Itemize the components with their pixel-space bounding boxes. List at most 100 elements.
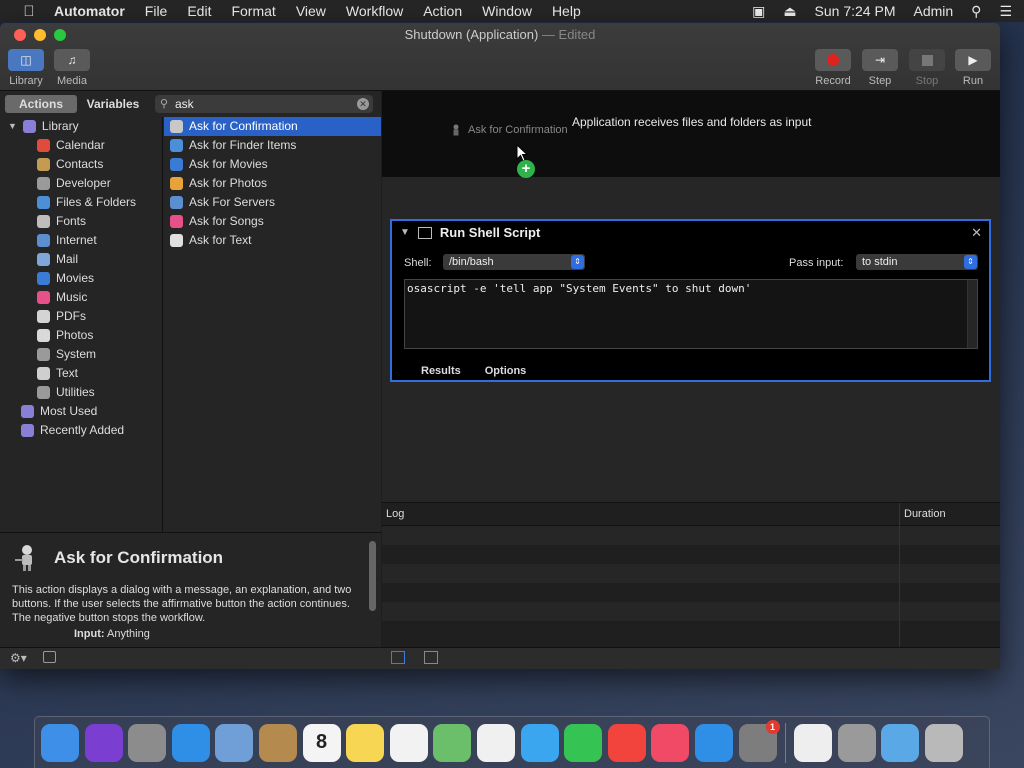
contacts-icon[interactable] [258, 723, 297, 762]
category-utilities[interactable]: Utilities [0, 383, 162, 402]
messages-icon[interactable] [520, 723, 559, 762]
action-ask-for-songs[interactable]: Ask for Songs [164, 212, 381, 231]
action-ask-for-confirmation[interactable]: Ask for Confirmation [164, 117, 381, 136]
category-recently-added[interactable]: Recently Added [0, 421, 162, 440]
notes-icon[interactable] [346, 723, 385, 762]
duration-column-header[interactable]: Duration [904, 503, 946, 526]
siri-icon[interactable] [84, 723, 123, 762]
disclosure-triangle-icon[interactable]: ▼ [8, 117, 17, 136]
category-contacts[interactable]: Contacts [0, 155, 162, 174]
script-scrollbar[interactable] [967, 280, 977, 348]
options-tab[interactable]: Options [485, 365, 527, 377]
action-ask-for-text[interactable]: Ask for Text [164, 231, 381, 250]
tab-variables[interactable]: Variables [77, 95, 149, 113]
action-ask-for-photos[interactable]: Ask for Photos [164, 174, 381, 193]
category-mail[interactable]: Mail [0, 250, 162, 269]
menu-app-automator[interactable]: Automator [54, 3, 125, 19]
category-system[interactable]: System [0, 345, 162, 364]
gear-icon[interactable]: ⚙▾ [10, 651, 27, 665]
log-column-header[interactable]: Log [386, 503, 404, 526]
eject-icon[interactable]: ⏏ [783, 3, 796, 20]
description-input-line: Input: Anything [74, 628, 150, 640]
calendar-icon[interactable]: 8 [302, 723, 341, 762]
shell-popup[interactable]: /bin/bash ⇕ [443, 254, 585, 270]
menu-clock[interactable]: Sun 7:24 PM [815, 3, 896, 19]
spotlight-search-icon[interactable]: ⚲ [971, 3, 981, 20]
run-button[interactable]: ▶ Run [955, 49, 991, 87]
photos-icon[interactable] [476, 723, 515, 762]
action-ask-for-finder-items[interactable]: Ask for Finder Items [164, 136, 381, 155]
display-mirroring-icon[interactable]: ▣ [752, 3, 765, 20]
category-library[interactable]: ▼ Library [0, 117, 162, 136]
category-files-folders[interactable]: Files & Folders [0, 193, 162, 212]
reminders-icon[interactable] [389, 723, 428, 762]
category-label: System [56, 347, 97, 361]
news-icon[interactable] [607, 723, 646, 762]
menu-action[interactable]: Action [423, 3, 462, 19]
action-footer-tabs: Results Options [421, 365, 550, 377]
record-button[interactable]: Record [815, 49, 851, 87]
action-ask-for-servers[interactable]: Ask For Servers [164, 193, 381, 212]
category-label: Photos [56, 328, 94, 342]
mail-stamp-icon[interactable] [215, 723, 254, 762]
menu-file[interactable]: File [145, 3, 168, 19]
app-store-icon[interactable] [694, 723, 733, 762]
category-developer[interactable]: Developer [0, 174, 162, 193]
description-scrollbar[interactable] [369, 541, 376, 611]
script-editor[interactable]: osascript -e 'tell app "System Events" t… [404, 279, 978, 349]
category-fonts[interactable]: Fonts [0, 212, 162, 231]
remove-action-icon[interactable]: ✕ [971, 225, 982, 241]
safari-icon[interactable] [171, 723, 210, 762]
menu-help[interactable]: Help [552, 3, 581, 19]
category-calendar[interactable]: Calendar [0, 136, 162, 155]
menu-edit[interactable]: Edit [187, 3, 211, 19]
stop-button[interactable]: Stop [909, 49, 945, 87]
list-view-icon[interactable] [391, 651, 405, 664]
facetime-icon[interactable] [564, 723, 603, 762]
library-toolbar-button[interactable]: ◫ Library [8, 49, 44, 87]
category-text[interactable]: Text [0, 364, 162, 383]
menu-format[interactable]: Format [231, 3, 275, 19]
automator-robot-icon [170, 120, 183, 133]
category-photos[interactable]: Photos [0, 326, 162, 345]
results-tab[interactable]: Results [421, 365, 461, 377]
clear-search-icon[interactable]: ✕ [357, 98, 369, 110]
library-segmented-control: Actions Variables [5, 95, 149, 113]
maps-icon[interactable] [433, 723, 472, 762]
show-description-icon[interactable] [43, 651, 56, 663]
system-preferences-icon[interactable]: 1 [738, 719, 780, 762]
run-shell-script-action[interactable]: ▼ Run Shell Script ✕ Shell: /bin/bash ⇕ … [390, 219, 991, 382]
menu-view[interactable]: View [296, 3, 326, 19]
downloads-folder-icon[interactable] [881, 723, 920, 762]
mail-icon [37, 253, 50, 266]
category-internet[interactable]: Internet [0, 231, 162, 250]
log-row [382, 564, 1000, 583]
menu-window[interactable]: Window [482, 3, 532, 19]
notification-center-icon[interactable]: ☰ [999, 3, 1012, 20]
window-title: Shutdown (Application) — Edited [0, 27, 1000, 42]
system-icon [37, 348, 50, 361]
category-movies[interactable]: Movies [0, 269, 162, 288]
action-ask-for-movies[interactable]: Ask for Movies [164, 155, 381, 174]
log-view-icon[interactable] [424, 651, 438, 664]
library-search-field[interactable]: ⚲ ask ✕ [155, 95, 373, 113]
menu-workflow[interactable]: Workflow [346, 3, 403, 19]
finder-icon[interactable] [41, 723, 79, 762]
step-button[interactable]: ⇥ Step [862, 49, 898, 87]
category-pdfs[interactable]: PDFs [0, 307, 162, 326]
apple-menu-icon[interactable]:  [18, 3, 40, 20]
menu-user[interactable]: Admin [913, 3, 953, 19]
window-bottom-bar: ⚙▾ [0, 647, 1000, 669]
trash-icon[interactable] [924, 723, 963, 762]
media-toolbar-button[interactable]: ♫ Media [54, 49, 90, 87]
textedit-icon[interactable] [794, 723, 833, 762]
automator-icon[interactable] [837, 723, 876, 762]
tab-actions[interactable]: Actions [5, 95, 77, 113]
music-icon[interactable] [651, 723, 690, 762]
category-most-used[interactable]: Most Used [0, 402, 162, 421]
pass-input-popup[interactable]: to stdin ⇕ [856, 254, 978, 270]
action-label: Ask for Finder Items [189, 138, 297, 152]
launchpad-icon[interactable] [128, 723, 167, 762]
category-music[interactable]: Music [0, 288, 162, 307]
collapse-triangle-icon[interactable]: ▼ [400, 227, 410, 238]
